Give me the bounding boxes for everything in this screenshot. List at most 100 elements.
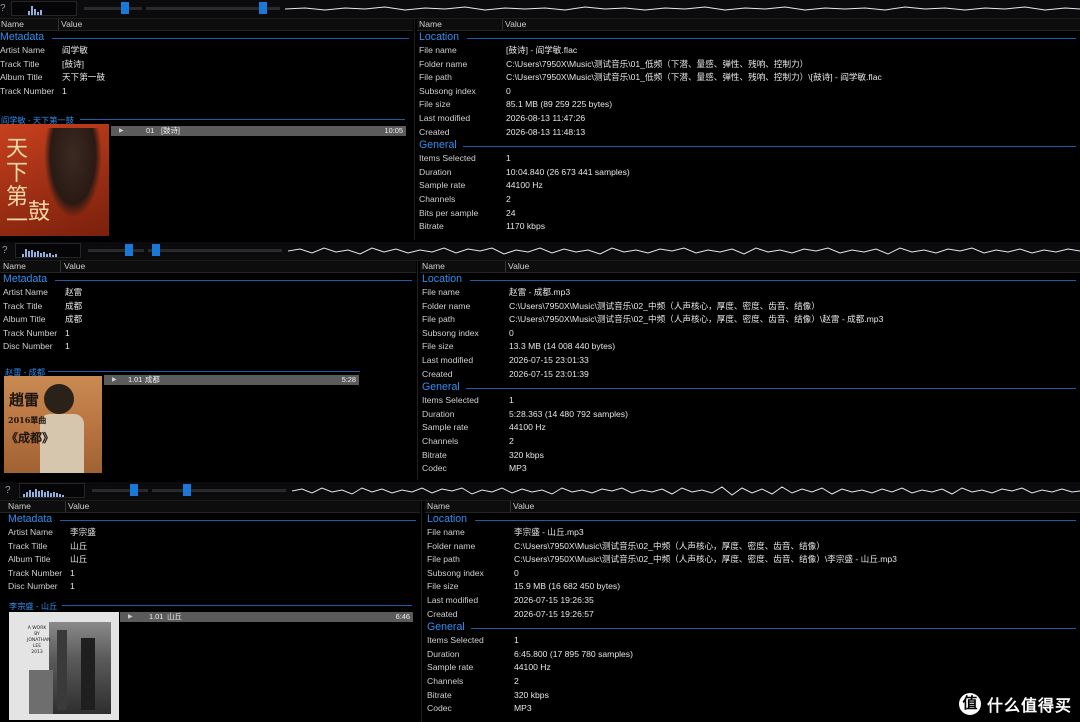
column-name[interactable]: Name: [8, 501, 31, 512]
volume-slider-track[interactable]: [84, 7, 142, 10]
column-name[interactable]: Name: [427, 501, 450, 512]
property-row[interactable]: Last modified 2026-07-15 19:26:35: [425, 594, 1080, 608]
property-row[interactable]: File path C:\Users\7950X\Music\测试音乐\02_中频…: [420, 313, 1080, 327]
seekbar-track[interactable]: [148, 249, 282, 252]
property-row[interactable]: Duration 6:45.800 (17 895 780 samples): [425, 648, 1080, 662]
property-row[interactable]: Sample rate 44100 Hz: [420, 421, 1080, 435]
property-row[interactable]: Album Title 天下第一鼓: [0, 71, 413, 85]
property-row[interactable]: Items Selected 1: [420, 394, 1080, 408]
property-row[interactable]: Channels 2: [425, 675, 1080, 689]
property-row[interactable]: File size 13.3 MB (14 008 440 bytes): [420, 340, 1080, 354]
waveform-seekbar[interactable]: [288, 244, 1080, 258]
property-row[interactable]: Sample rate 44100 Hz: [417, 179, 1080, 193]
property-row[interactable]: Subsong index 0: [417, 85, 1080, 99]
seekbar-thumb[interactable]: [183, 484, 191, 496]
help-icon[interactable]: ?: [5, 485, 15, 496]
column-name[interactable]: Name: [3, 261, 26, 272]
property-value: 阎学敏: [62, 45, 88, 55]
property-row[interactable]: Folder name C:\Users\7950X\Music\测试音乐\02_…: [425, 540, 1080, 554]
property-row[interactable]: Bits per sample 24: [417, 207, 1080, 221]
column-value[interactable]: Value: [513, 501, 534, 512]
property-row[interactable]: Folder name C:\Users\7950X\Music\测试音乐\01_…: [417, 58, 1080, 72]
track-duration: 10:05: [384, 126, 404, 135]
property-row[interactable]: File size 85.1 MB (89 259 225 bytes): [417, 98, 1080, 112]
property-row[interactable]: Last modified 2026-08-13 11:47:26: [417, 112, 1080, 126]
property-row[interactable]: Disc Number 1: [0, 580, 420, 594]
property-row[interactable]: File path C:\Users\7950X\Music\测试音乐\01_低频…: [417, 71, 1080, 85]
property-value: 1170 kbps: [506, 221, 546, 232]
property-row[interactable]: Bitrate 320 kbps: [420, 449, 1080, 463]
playlist-track-row[interactable]: ▶ 01 [鼓诗] 10:05: [111, 126, 406, 136]
property-name: Codec: [422, 463, 447, 474]
column-header: Name Value: [0, 501, 420, 513]
seekbar-track[interactable]: [152, 489, 286, 492]
property-row[interactable]: Channels 2: [417, 193, 1080, 207]
property-row[interactable]: Items Selected 1: [425, 634, 1080, 648]
property-row[interactable]: Channels 2: [420, 435, 1080, 449]
property-row[interactable]: Album Title 成都: [0, 313, 416, 327]
toolbar: ?: [0, 242, 1080, 261]
property-value: 2: [506, 193, 511, 204]
property-row[interactable]: Artist Name 李宗盛: [0, 526, 420, 540]
property-name: Duration: [422, 408, 455, 419]
property-value: 2026-07-15 23:01:33: [509, 354, 589, 365]
property-row[interactable]: Artist Name 赵雷: [0, 286, 416, 300]
property-row[interactable]: File name 赵雷 - 成都.mp3: [420, 286, 1080, 300]
property-row[interactable]: Track Number 1: [0, 85, 413, 99]
property-row[interactable]: Track Number 1: [0, 327, 416, 341]
property-row[interactable]: Created 2026-07-15 23:01:39: [420, 368, 1080, 382]
property-value: 成都: [65, 314, 83, 325]
property-value: C:\Users\7950X\Music\测试音乐\01_低频（下潜、量感、弹性…: [506, 72, 882, 83]
column-value[interactable]: Value: [64, 261, 85, 272]
property-row[interactable]: Subsong index 0: [420, 327, 1080, 341]
property-row[interactable]: Album Title 山丘: [0, 553, 420, 567]
property-row[interactable]: Duration 5:28.363 (14 480 792 samples): [420, 408, 1080, 422]
column-name[interactable]: Name: [1, 19, 24, 30]
volume-slider-thumb[interactable]: [130, 484, 138, 496]
property-row[interactable]: Track Title [鼓诗]: [0, 58, 413, 72]
property-row[interactable]: Created 2026-08-13 11:48:13: [417, 126, 1080, 140]
property-row[interactable]: Folder name C:\Users\7950X\Music\测试音乐\02_…: [420, 300, 1080, 314]
waveform-seekbar[interactable]: [285, 2, 1080, 16]
property-row[interactable]: File name 李宗盛 - 山丘.mp3: [425, 526, 1080, 540]
album-group-header[interactable]: 李宗盛 - 山丘: [9, 600, 57, 612]
volume-slider-thumb[interactable]: [121, 2, 129, 14]
property-name: File size: [419, 99, 451, 110]
property-row[interactable]: Disc Number 1: [0, 340, 416, 354]
spectrum-visualizer: [19, 483, 85, 498]
column-value[interactable]: Value: [508, 261, 529, 272]
property-row[interactable]: Items Selected 1: [417, 152, 1080, 166]
column-name[interactable]: Name: [422, 261, 445, 272]
column-value[interactable]: Value: [68, 501, 89, 512]
property-row[interactable]: Bitrate 1170 kbps: [417, 220, 1080, 234]
volume-slider-track[interactable]: [92, 489, 148, 492]
seekbar-thumb[interactable]: [259, 2, 267, 14]
waveform-seekbar[interactable]: [292, 484, 1080, 498]
volume-slider-thumb[interactable]: [125, 244, 133, 256]
column-value[interactable]: Value: [61, 19, 82, 30]
property-row[interactable]: Track Number 1: [0, 567, 420, 581]
track-duration: 5:28: [341, 375, 356, 384]
help-icon[interactable]: ?: [0, 3, 10, 14]
property-row[interactable]: Track Title 山丘: [0, 540, 420, 554]
property-row[interactable]: File path C:\Users\7950X\Music\测试音乐\02_中频…: [425, 553, 1080, 567]
seekbar-thumb[interactable]: [152, 244, 160, 256]
property-row[interactable]: Sample rate 44100 Hz: [425, 661, 1080, 675]
property-name: Items Selected: [427, 635, 484, 646]
property-row[interactable]: Duration 10:04.840 (26 673 441 samples): [417, 166, 1080, 180]
column-header: Name Value: [420, 261, 1080, 273]
property-row[interactable]: Codec MP3: [420, 462, 1080, 476]
playlist-track-row[interactable]: ▶ 1.01 成都 5:28: [104, 375, 359, 385]
property-row[interactable]: File size 15.9 MB (16 682 450 bytes): [425, 580, 1080, 594]
column-name[interactable]: Name: [419, 19, 442, 30]
property-row[interactable]: Last modified 2026-07-15 23:01:33: [420, 354, 1080, 368]
column-value[interactable]: Value: [505, 19, 526, 30]
help-icon[interactable]: ?: [2, 245, 12, 256]
playlist-track-row[interactable]: ▶ 1.01 山丘 6:46: [120, 612, 413, 622]
volume-slider-track[interactable]: [88, 249, 144, 252]
property-row[interactable]: Subsong index 0: [425, 567, 1080, 581]
property-row[interactable]: Created 2026-07-15 19:26:57: [425, 608, 1080, 622]
property-row[interactable]: Artist Name 阎学敏: [0, 44, 413, 58]
property-row[interactable]: File name [鼓诗] - 阎学敏.flac: [417, 44, 1080, 58]
property-row[interactable]: Track Title 成都: [0, 300, 416, 314]
